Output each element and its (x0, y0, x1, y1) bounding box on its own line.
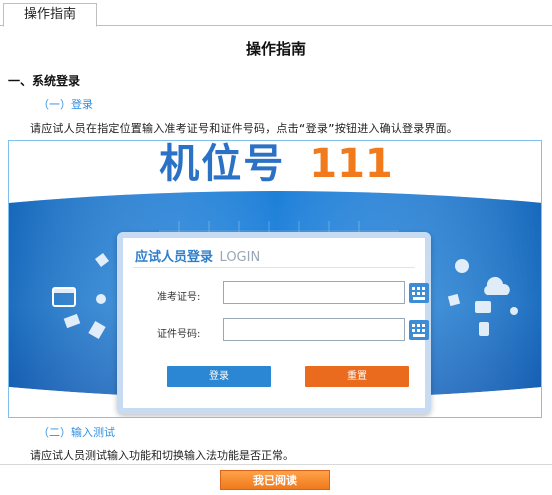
login-dialog: 应试人员登录 LOGIN 准考证号: 证件号码: 登录 重置 (117, 232, 431, 414)
shield-icon (510, 307, 518, 315)
machine-number-banner: 机位号 111 (9, 141, 541, 191)
section-heading-login: 一、系统登录 (8, 74, 81, 88)
machine-label: 机位号 (159, 141, 286, 187)
tab-guide[interactable]: 操作指南 (3, 3, 97, 27)
instruction-input-test: 请应试人员测试输入功能和切换输入法功能是否正常。 (30, 449, 294, 462)
keyboard-icon[interactable] (409, 320, 429, 340)
login-button[interactable]: 登录 (167, 366, 271, 387)
tablet-icon (479, 322, 489, 336)
instruction-login: 请应试人员在指定位置输入准考证号和证件号码，点击“登录”按钮进入确认登录界面。 (30, 122, 459, 135)
briefcase-icon (475, 301, 491, 313)
ticket-label: 准考证号: (157, 292, 201, 303)
id-number-input[interactable] (223, 318, 405, 341)
id-label: 证件号码: (157, 329, 201, 340)
machine-number: 111 (309, 141, 393, 187)
gear-icon (455, 259, 469, 273)
tab-bar: 操作指南 (0, 0, 552, 27)
reset-button[interactable]: 重置 (305, 366, 409, 387)
subsection-input-test: （二）输入测试 (38, 426, 115, 439)
dialog-title-en: LOGIN (219, 250, 261, 265)
dialog-title: 应试人员登录 LOGIN (135, 246, 260, 265)
globe-icon (96, 294, 106, 304)
dialog-title-cn: 应试人员登录 (135, 250, 214, 265)
footer-divider (0, 464, 552, 465)
keyboard-icon[interactable] (409, 283, 429, 303)
login-screenshot: 机位号 111 应试人员登录 LOGIN 准考证号: 证件号码: 登录 重置 (8, 140, 542, 418)
page-title: 操作指南 (245, 40, 306, 58)
ticket-number-input[interactable] (223, 281, 405, 304)
have-read-button[interactable]: 我已阅读 (220, 470, 330, 490)
dialog-divider (133, 267, 415, 268)
subsection-login: （一）登录 (38, 98, 93, 111)
